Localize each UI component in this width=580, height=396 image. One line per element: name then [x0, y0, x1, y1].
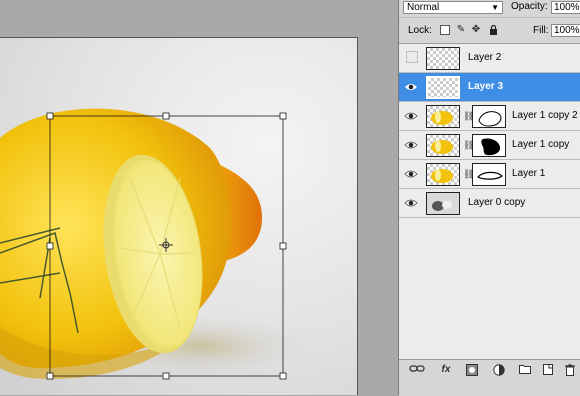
add-mask-icon[interactable]: [465, 364, 479, 376]
layer-name[interactable]: Layer 0 copy: [468, 197, 525, 208]
lemon-bulb-image: [0, 108, 310, 380]
lock-position-icon[interactable]: ✥: [471, 25, 481, 35]
layer-row-layer-1-copy[interactable]: ⛓ Layer 1 copy: [399, 131, 580, 160]
lock-transparent-pixels-icon[interactable]: [440, 25, 450, 35]
lock-row: Lock: ✎ ✥ Fill: 100%: [399, 18, 580, 44]
opacity-field[interactable]: 100%: [551, 1, 580, 14]
eye-icon[interactable]: [404, 138, 418, 152]
lock-all-icon[interactable]: [488, 24, 498, 35]
layer-name[interactable]: Layer 3: [468, 81, 503, 92]
layer-row-layer-1-copy-2[interactable]: ⛓ Layer 1 copy 2: [399, 102, 580, 131]
layer-row-layer-3[interactable]: Layer 3: [399, 73, 580, 102]
fill-field[interactable]: 100%: [551, 24, 580, 37]
layer-mask-thumbnail[interactable]: [472, 105, 506, 128]
layers-panel: Normal ▼ Opacity: 100% Lock: ✎ ✥ Fill: 1…: [398, 0, 580, 396]
mask-link-icon[interactable]: ⛓: [463, 111, 474, 122]
opacity-label: Opacity:: [511, 1, 548, 12]
layer-thumbnail: [426, 192, 460, 215]
layer-thumbnail: [426, 105, 460, 128]
new-layer-icon[interactable]: [542, 364, 554, 376]
blend-mode-value: Normal: [407, 2, 440, 13]
link-layers-icon[interactable]: [409, 364, 425, 376]
blend-mode-dropdown[interactable]: Normal ▼: [403, 1, 503, 14]
mask-link-icon[interactable]: ⛓: [463, 169, 474, 180]
fx-icon[interactable]: fx: [437, 364, 455, 376]
eye-icon[interactable]: [404, 80, 418, 94]
fill-label: Fill:: [533, 25, 549, 36]
chevron-down-icon: ▼: [491, 3, 499, 12]
adjustment-layer-icon[interactable]: [492, 364, 506, 376]
mask-link-icon[interactable]: ⛓: [463, 140, 474, 151]
layer-thumbnail: [426, 134, 460, 157]
layer-thumbnail: [426, 76, 460, 99]
layer-row-layer-1[interactable]: ⛓ Layer 1: [399, 160, 580, 189]
fill-value: 100%: [554, 25, 580, 36]
layer-name[interactable]: Layer 1 copy 2: [512, 110, 578, 121]
opacity-value: 100%: [554, 2, 580, 13]
lock-label: Lock:: [408, 25, 432, 36]
eye-icon[interactable]: [404, 196, 418, 210]
layer-name[interactable]: Layer 1 copy: [512, 139, 569, 150]
eye-icon[interactable]: [404, 167, 418, 181]
layer-thumbnail: [426, 163, 460, 186]
layer-mask-thumbnail[interactable]: [472, 163, 506, 186]
layer-mask-thumbnail[interactable]: [472, 134, 506, 157]
layer-row-layer-2[interactable]: Layer 2: [399, 44, 580, 73]
layers-panel-toolbar: fx: [399, 359, 580, 396]
image-canvas[interactable]: [0, 37, 358, 395]
layers-list: Layer 2 Layer 3 ⛓ Layer 1 copy 2 ⛓ Layer…: [399, 44, 580, 359]
new-group-icon[interactable]: [518, 364, 531, 376]
eye-icon[interactable]: [404, 109, 418, 123]
layer-thumbnail: [426, 47, 460, 70]
visibility-toggle-empty[interactable]: [406, 51, 418, 63]
layer-row-layer-0-copy[interactable]: Layer 0 copy: [399, 189, 580, 218]
blend-row: Normal ▼ Opacity: 100%: [399, 0, 580, 18]
delete-layer-icon[interactable]: [564, 364, 576, 376]
layer-name[interactable]: Layer 2: [468, 52, 501, 63]
document-area[interactable]: [0, 0, 398, 395]
lock-image-pixels-icon[interactable]: ✎: [456, 25, 466, 35]
layer-name[interactable]: Layer 1: [512, 168, 545, 179]
